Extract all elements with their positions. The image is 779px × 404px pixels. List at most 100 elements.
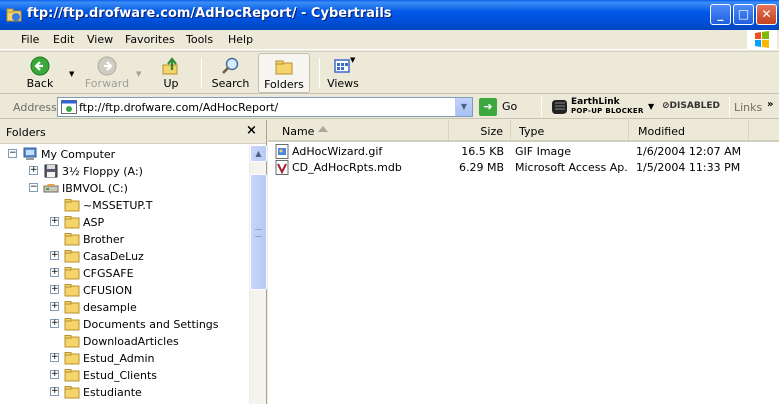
menu-tools[interactable]: Tools bbox=[186, 33, 213, 46]
go-arrow-icon: ➜ bbox=[479, 98, 497, 116]
window-title: ftp://ftp.drofware.com/AdHocReport/ - Cy… bbox=[27, 6, 392, 21]
folders-pane-header: Folders × bbox=[0, 120, 266, 144]
expand-toggle-icon[interactable]: + bbox=[50, 302, 59, 311]
back-dropdown-icon[interactable]: ▼ bbox=[69, 70, 74, 78]
file-name: AdHocWizard.gif bbox=[292, 145, 383, 158]
expand-toggle-icon[interactable]: + bbox=[50, 285, 59, 294]
file-list: Name Size Type Modified AdHocWizard.gif 1… bbox=[268, 120, 779, 404]
folders-icon bbox=[275, 60, 293, 75]
tree-item-label: Estud_Clients bbox=[83, 369, 158, 382]
maximize-button[interactable]: □ bbox=[733, 4, 754, 25]
menu-file[interactable]: File bbox=[21, 33, 39, 46]
links-label[interactable]: Links bbox=[734, 101, 762, 114]
folders-pane: Folders × − My Computer +3½ Floppy (A:) − IB… bbox=[0, 120, 267, 404]
file-row[interactable]: AdHocWizard.gif 16.5 KB GIF Image 1/6/2004 … bbox=[268, 143, 779, 160]
standard-toolbar: Back ▼ Forward ▼ Up Search Folders Views… bbox=[0, 51, 779, 94]
column-modified[interactable]: Modified bbox=[629, 120, 749, 140]
toolbar-separator bbox=[729, 97, 730, 117]
tree-item-label: Brother bbox=[83, 233, 125, 246]
up-button[interactable]: Up bbox=[153, 53, 189, 93]
scroll-up-icon[interactable]: ▲ bbox=[250, 145, 267, 162]
tree-item[interactable]: +3½ Floppy (A:) bbox=[0, 163, 249, 180]
views-dropdown-icon[interactable]: ▼ bbox=[350, 56, 355, 64]
tree-item-label: Documents and Settings bbox=[83, 318, 219, 331]
tree-item[interactable]: − My Computer bbox=[0, 146, 249, 163]
tree-item-label: IBMVOL (C:) bbox=[62, 182, 128, 195]
links-chevron-icon[interactable]: » bbox=[767, 99, 773, 110]
floppy-icon bbox=[43, 164, 59, 178]
expand-toggle-icon[interactable]: + bbox=[50, 353, 59, 362]
tree-item[interactable]: Brother bbox=[0, 231, 249, 248]
expand-toggle-icon[interactable]: + bbox=[29, 166, 38, 175]
folder-icon bbox=[64, 215, 80, 229]
earthlink-fist-icon bbox=[552, 100, 567, 114]
tree-item[interactable]: + Estud_Admin bbox=[0, 350, 249, 367]
tree-item[interactable]: + CasaDeLuz bbox=[0, 248, 249, 265]
expand-toggle-icon[interactable]: + bbox=[50, 319, 59, 328]
column-size[interactable]: Size bbox=[449, 120, 511, 140]
file-row[interactable]: CD_AdHocRpts.mdb 6.29 MB Microsoft Access … bbox=[268, 159, 779, 176]
earthlink-dropdown-icon[interactable]: ▼ bbox=[648, 102, 654, 111]
column-type[interactable]: Type bbox=[511, 120, 629, 140]
tree-item[interactable]: + Documents and Settings bbox=[0, 316, 249, 333]
tree-item-label: Estud_Admin bbox=[83, 352, 155, 365]
folder-icon bbox=[64, 232, 80, 246]
tree-item[interactable]: − IBMVOL (C:) bbox=[0, 180, 249, 197]
scroll-thumb[interactable] bbox=[250, 174, 267, 290]
collapse-toggle-icon[interactable]: − bbox=[8, 149, 17, 158]
address-dropdown-icon[interactable]: ▼ bbox=[455, 98, 472, 116]
menu-help[interactable]: Help bbox=[228, 33, 253, 46]
toolbar-separator bbox=[201, 58, 202, 88]
earthlink-product: POP-UP BLOCKER bbox=[571, 107, 644, 115]
forward-button[interactable]: Forward bbox=[82, 53, 132, 93]
menu-edit[interactable]: Edit bbox=[53, 33, 74, 46]
folder-icon bbox=[64, 385, 80, 399]
expand-toggle-icon[interactable]: + bbox=[50, 251, 59, 260]
earthlink-popup-blocker[interactable]: EarthLink POP-UP BLOCKER ▼ ⊘DISABLED bbox=[549, 97, 727, 117]
expand-toggle-icon[interactable]: + bbox=[50, 387, 59, 396]
back-button[interactable]: Back bbox=[20, 53, 60, 93]
column-name[interactable]: Name bbox=[268, 120, 449, 140]
tree-item-label: desample bbox=[83, 301, 137, 314]
tree-item[interactable]: + CFGSAFE bbox=[0, 265, 249, 282]
earthlink-brand: EarthLink bbox=[571, 97, 620, 107]
block-icon: ⊘ bbox=[662, 101, 670, 111]
expand-toggle-icon[interactable]: + bbox=[50, 370, 59, 379]
folder-tree-scrollbar[interactable]: ▲ bbox=[249, 145, 267, 404]
tree-item[interactable]: + Estudiante bbox=[0, 384, 249, 401]
expand-toggle-icon[interactable]: + bbox=[50, 217, 59, 226]
tree-item-label: Estudiante bbox=[83, 386, 142, 399]
tree-item[interactable]: DownloadArticles bbox=[0, 333, 249, 350]
file-modified: 1/5/2004 11:33 PM bbox=[636, 161, 741, 174]
expand-toggle-icon[interactable]: + bbox=[50, 268, 59, 277]
close-button[interactable]: ✕ bbox=[756, 4, 777, 25]
address-input[interactable]: ftp://ftp.drofware.com/AdHocReport/ ▼ bbox=[57, 97, 473, 117]
drive-icon bbox=[43, 181, 59, 195]
file-size: 16.5 KB bbox=[461, 145, 504, 158]
menu-view[interactable]: View bbox=[87, 33, 113, 46]
folder-icon bbox=[64, 368, 80, 382]
views-button[interactable]: Views bbox=[324, 53, 362, 93]
forward-dropdown-icon[interactable]: ▼ bbox=[136, 70, 141, 78]
close-pane-icon[interactable]: × bbox=[246, 123, 257, 138]
tree-item[interactable]: + ASP bbox=[0, 214, 249, 231]
tree-item[interactable]: ~MSSETUP.T bbox=[0, 197, 249, 214]
tree-item[interactable]: + Estud_Clients bbox=[0, 367, 249, 384]
menu-favorites[interactable]: Favorites bbox=[125, 33, 175, 46]
folder-icon bbox=[64, 317, 80, 331]
tree-item[interactable]: + CFUSION bbox=[0, 282, 249, 299]
search-button[interactable]: Search bbox=[208, 53, 253, 93]
tree-item-label: CFUSION bbox=[83, 284, 133, 297]
folders-pane-title: Folders bbox=[6, 126, 46, 139]
back-arrow-icon bbox=[30, 56, 50, 76]
go-button[interactable]: ➜ Go bbox=[479, 98, 539, 116]
toolbar-separator bbox=[319, 58, 320, 88]
tree-item-label: ASP bbox=[83, 216, 105, 229]
toolbar-separator bbox=[541, 97, 542, 117]
computer-icon bbox=[22, 147, 38, 161]
minimize-button[interactable]: _ bbox=[710, 4, 731, 25]
folders-button[interactable]: Folders bbox=[258, 53, 310, 93]
tree-item[interactable]: + desample bbox=[0, 299, 249, 316]
forward-arrow-icon bbox=[97, 56, 117, 76]
collapse-toggle-icon[interactable]: − bbox=[29, 183, 38, 192]
